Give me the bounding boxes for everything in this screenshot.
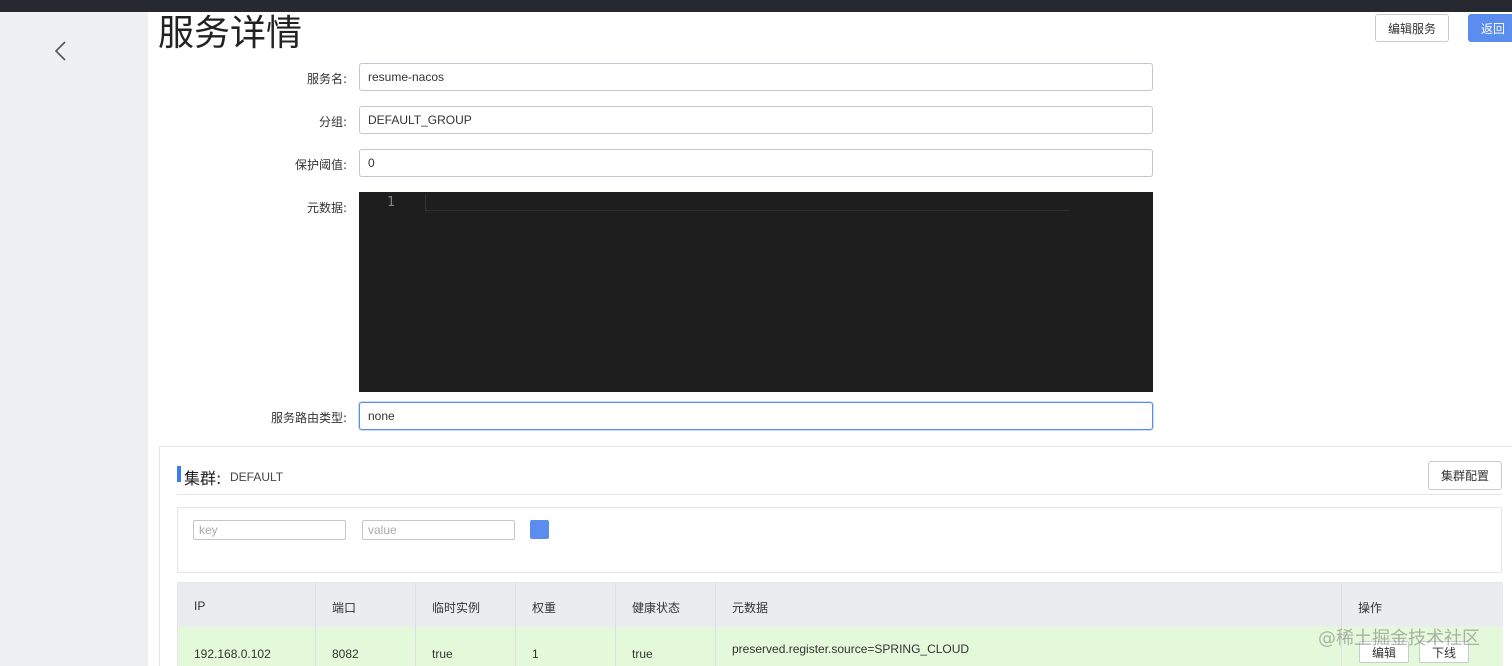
column-divider [415, 583, 416, 666]
header-metadata: 元数据 [732, 601, 769, 615]
back-button[interactable]: 返回 [1468, 14, 1512, 42]
protect-threshold-input[interactable]: 0 [359, 149, 1153, 177]
header-weight: 权重 [532, 601, 557, 615]
cluster-divider [177, 494, 1502, 495]
left-nav [0, 12, 148, 666]
cluster-config-button[interactable]: 集群配置 [1428, 461, 1502, 490]
instance-table: IP 端口 临时实例 权重 健康状态 元数据 操作 192.168.0.102 … [177, 582, 1503, 666]
column-divider [315, 583, 316, 666]
filter-key-input[interactable]: key [193, 520, 346, 540]
service-name-input[interactable]: resume-nacos [359, 63, 1153, 91]
watermark-text: @稀土掘金技术社区 [1318, 628, 1480, 649]
table-header-row: IP 端口 临时实例 权重 健康状态 元数据 操作 [178, 583, 1503, 627]
editor-current-line[interactable] [425, 194, 1069, 211]
cell-health: true [632, 647, 653, 661]
metadata-editor[interactable]: 1 [359, 192, 1153, 392]
header-actions: 操作 [1358, 601, 1383, 615]
selector-type-label: 服务路由类型: [270, 411, 347, 425]
cell-ephemeral: true [432, 647, 453, 661]
table-row: 192.168.0.102 8082 true 1 true preserved… [178, 627, 1503, 666]
group-input[interactable]: DEFAULT_GROUP [359, 106, 1153, 134]
metadata-label: 元数据: [306, 201, 347, 215]
header-port: 端口 [332, 601, 357, 615]
top-bar [0, 0, 1512, 12]
cell-port: 8082 [332, 647, 359, 661]
cell-metadata: preserved.register.source=SPRING_CLOUD [732, 642, 970, 656]
cell-ip: 192.168.0.102 [194, 647, 271, 661]
chevron-left-icon[interactable] [46, 36, 76, 66]
cluster-title: 集群: [184, 469, 222, 488]
metadata-filter-box [177, 507, 1502, 573]
column-divider [715, 583, 716, 666]
header-health: 健康状态 [632, 601, 681, 615]
line-number: 1 [387, 195, 395, 210]
page-title: 服务详情 [158, 13, 303, 54]
protect-threshold-label: 保护阈值: [294, 158, 347, 172]
column-divider [515, 583, 516, 666]
add-filter-button[interactable] [530, 520, 549, 539]
edit-service-button[interactable]: 编辑服务 [1375, 14, 1449, 42]
filter-value-input[interactable]: value [362, 520, 515, 540]
group-label: 分组: [318, 115, 347, 129]
selector-type-input[interactable]: none [359, 402, 1153, 430]
service-name-label: 服务名: [306, 72, 347, 86]
cluster-accent-bar [177, 466, 181, 482]
cell-weight: 1 [532, 647, 539, 661]
header-ip: IP [194, 599, 206, 613]
header-ephemeral: 临时实例 [432, 601, 481, 615]
column-divider [615, 583, 616, 666]
cluster-name: DEFAULT [230, 470, 284, 484]
